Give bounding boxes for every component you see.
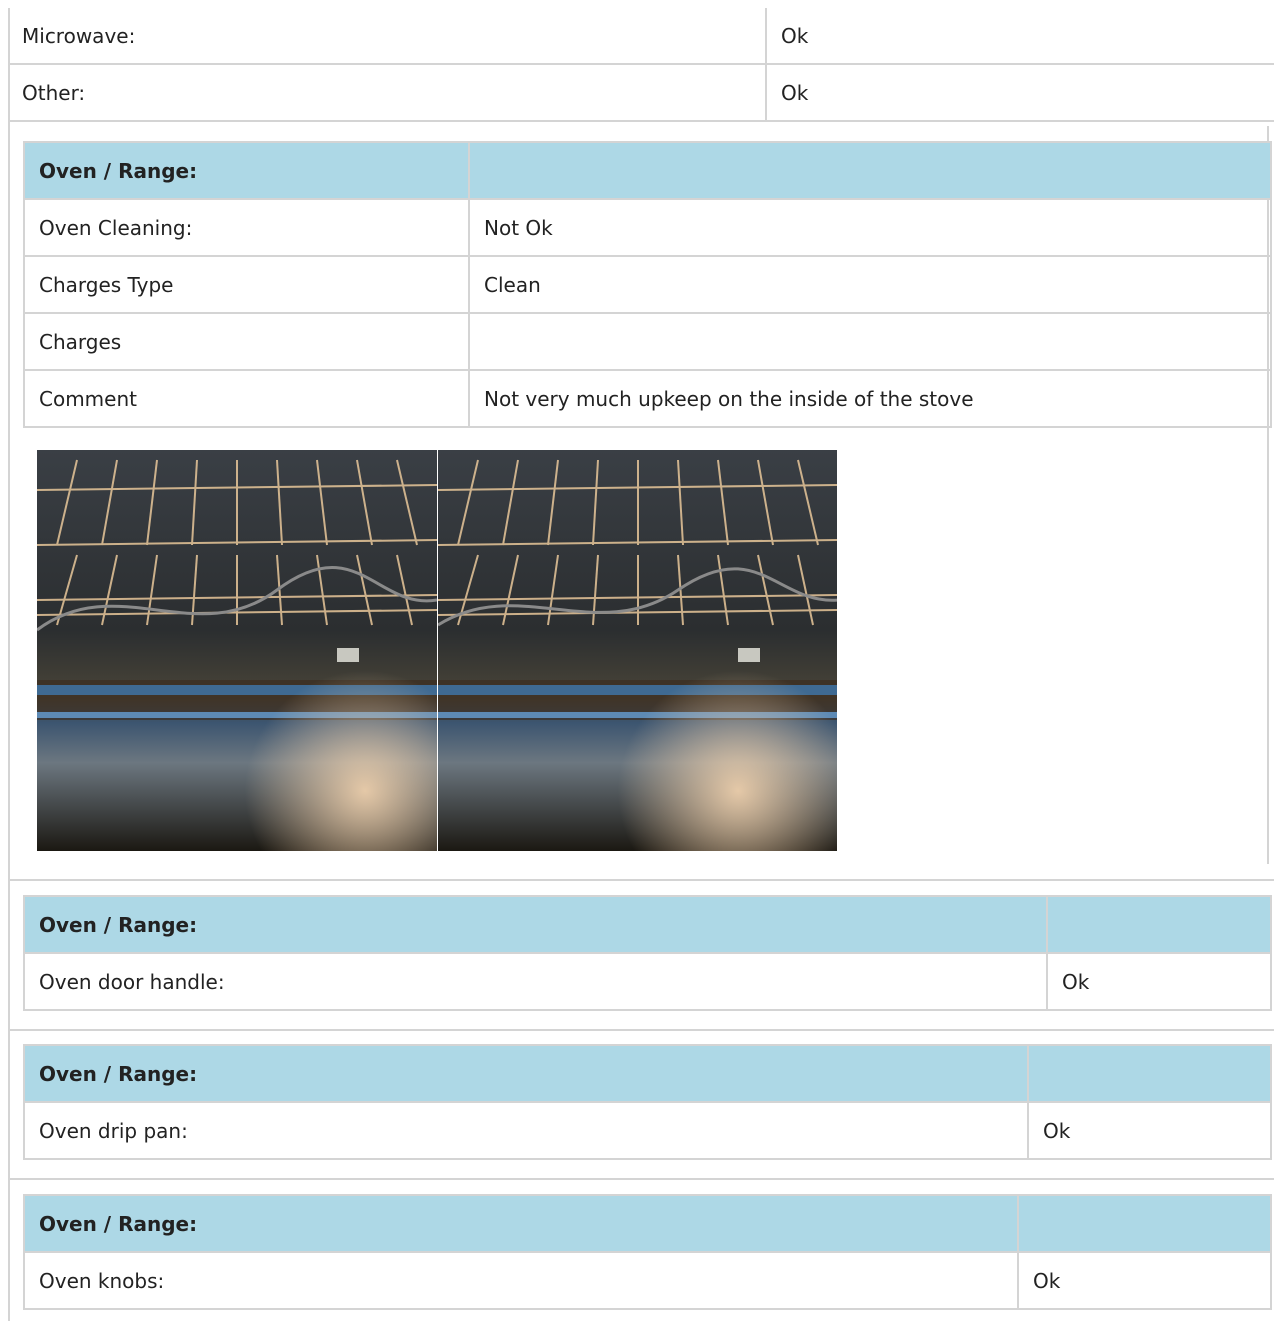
section-header: Oven / Range: — [23, 141, 470, 200]
row-value — [468, 312, 1272, 371]
section-divider — [8, 1178, 1274, 1180]
section-header-empty — [468, 141, 1272, 200]
row-value: Ok — [765, 8, 1274, 65]
oven-interior-photo[interactable] — [437, 450, 837, 851]
section-header-empty — [1046, 895, 1272, 954]
table-row: Oven drip pan: Ok — [23, 1101, 1272, 1160]
row-label: Other: — [8, 63, 767, 122]
oven-photo-image — [37, 450, 437, 851]
oven-door-handle-table: Oven / Range: Oven door handle: Ok — [23, 895, 1272, 1011]
table-row: Oven Cleaning: Not Ok — [23, 198, 1272, 257]
section-divider — [8, 879, 1274, 881]
table-row: Charges Type Clean — [23, 255, 1272, 314]
oven-cleaning-table: Oven / Range: Oven Cleaning: Not Ok Char… — [23, 141, 1272, 428]
table-row: Charges — [23, 312, 1272, 371]
row-value: Ok — [1046, 952, 1272, 1011]
row-label: Oven drip pan: — [23, 1101, 1029, 1160]
row-label: Oven Cleaning: — [23, 198, 470, 257]
photo-gallery — [37, 450, 838, 851]
appliances-table: Microwave: Ok Other: Ok — [8, 8, 1274, 122]
section-divider — [8, 1029, 1274, 1031]
section-header: Oven / Range: — [23, 895, 1048, 954]
table-row: Other: Ok — [8, 63, 1274, 122]
row-label: Microwave: — [8, 8, 767, 65]
section-header-row: Oven / Range: — [23, 895, 1272, 954]
table-row: Microwave: Ok — [8, 8, 1274, 65]
oven-knobs-table: Oven / Range: Oven knobs: Ok — [23, 1194, 1272, 1310]
section-header-row: Oven / Range: — [23, 141, 1272, 200]
row-value: Ok — [1017, 1251, 1272, 1310]
row-label: Oven knobs: — [23, 1251, 1019, 1310]
row-value: Ok — [765, 63, 1274, 122]
section-header-row: Oven / Range: — [23, 1194, 1272, 1253]
section-header-empty — [1017, 1194, 1272, 1253]
left-guide-line — [8, 8, 10, 1321]
oven-drip-pan-table: Oven / Range: Oven drip pan: Ok — [23, 1044, 1272, 1160]
row-label: Comment — [23, 369, 470, 428]
row-value: Not very much upkeep on the inside of th… — [468, 369, 1272, 428]
table-row: Comment Not very much upkeep on the insi… — [23, 369, 1272, 428]
section-header: Oven / Range: — [23, 1044, 1029, 1103]
section-header-row: Oven / Range: — [23, 1044, 1272, 1103]
section-header-empty — [1027, 1044, 1272, 1103]
row-label: Oven door handle: — [23, 952, 1048, 1011]
oven-photo-image — [437, 450, 837, 851]
row-value: Not Ok — [468, 198, 1272, 257]
row-value: Ok — [1027, 1101, 1272, 1160]
table-row: Oven door handle: Ok — [23, 952, 1272, 1011]
row-value: Clean — [468, 255, 1272, 314]
oven-interior-photo[interactable] — [37, 450, 437, 851]
table-row: Oven knobs: Ok — [23, 1251, 1272, 1310]
row-label: Charges Type — [23, 255, 470, 314]
row-label: Charges — [23, 312, 470, 371]
section-header: Oven / Range: — [23, 1194, 1019, 1253]
inspection-report-page: Microwave: Ok Other: Ok Oven / Range: Ov… — [0, 0, 1274, 1321]
